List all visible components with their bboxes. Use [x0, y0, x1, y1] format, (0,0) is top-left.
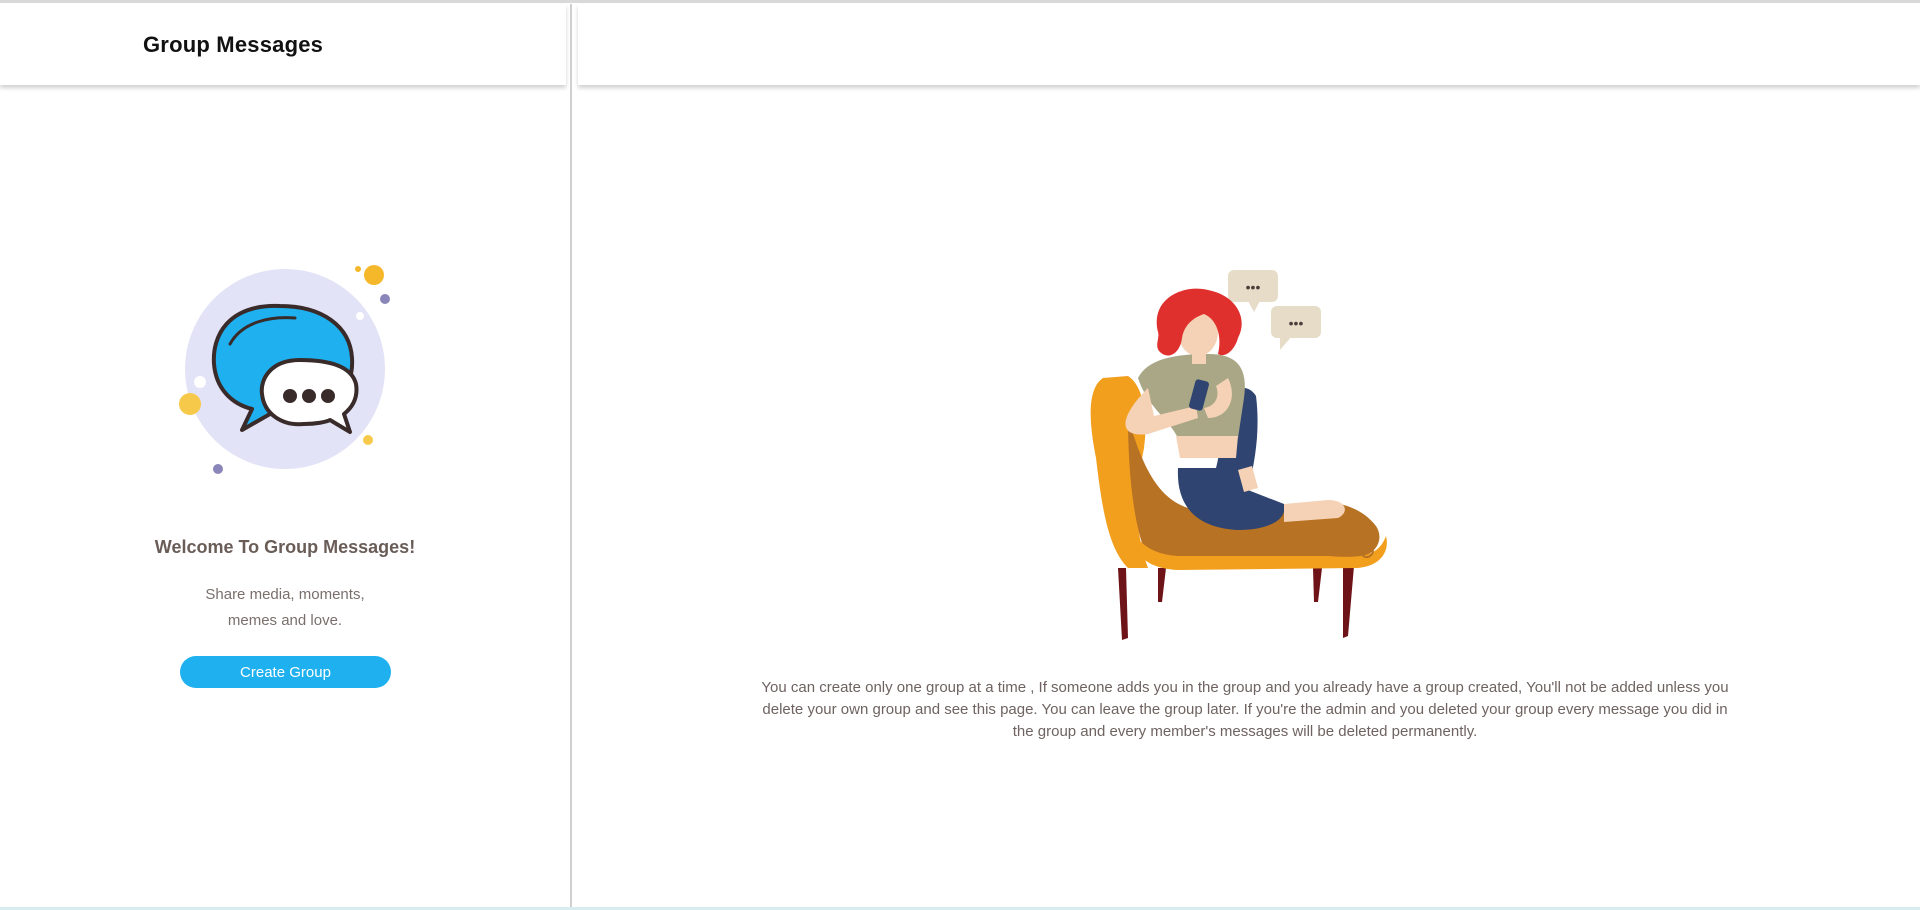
- chair-leg: [1343, 566, 1354, 638]
- welcome-subtitle-line2: memes and love.: [227, 612, 343, 629]
- decor-dot: [194, 376, 206, 388]
- group-info-text: You can create only one group at a time …: [761, 679, 1729, 740]
- decor-dot: [380, 294, 390, 304]
- decor-dot: [364, 265, 384, 285]
- typing-dot: [283, 389, 297, 403]
- bubble-2-dots: •••: [1289, 315, 1304, 331]
- typing-dot: [302, 389, 316, 403]
- decor-dot: [356, 312, 364, 320]
- bubble-1-dots: •••: [1246, 279, 1261, 295]
- welcome-title: Welcome To Group Messages!: [154, 537, 416, 557]
- main-header: [578, 4, 1920, 85]
- sidebar-title: Group Messages: [143, 32, 324, 57]
- welcome-subtitle-line1: Share media, moments,: [205, 586, 365, 603]
- sidebar-panel: Group Messages Welcome To Group Messages…: [0, 4, 570, 907]
- chair-leg: [1313, 568, 1322, 602]
- chat-bubbles-illustration: [179, 265, 390, 474]
- chair-leg: [1118, 568, 1128, 640]
- woman-on-chaise-texting-illustration: ••• •••: [1090, 270, 1387, 640]
- typing-dot: [321, 389, 335, 403]
- woman-belly: [1176, 436, 1238, 458]
- sidebar-header: Group Messages: [0, 4, 566, 85]
- decor-dot: [363, 435, 373, 445]
- speech-bubble-2: •••: [1271, 306, 1321, 350]
- decor-dot: [355, 266, 361, 272]
- chair-leg: [1158, 568, 1166, 602]
- woman-neck: [1192, 354, 1206, 364]
- decor-dot: [213, 464, 223, 474]
- create-group-button[interactable]: Create Group: [180, 656, 391, 688]
- welcome-subtitle: Share media, moments, memes and love.: [185, 582, 385, 634]
- top-border: [0, 0, 1920, 3]
- decor-dot: [179, 393, 201, 415]
